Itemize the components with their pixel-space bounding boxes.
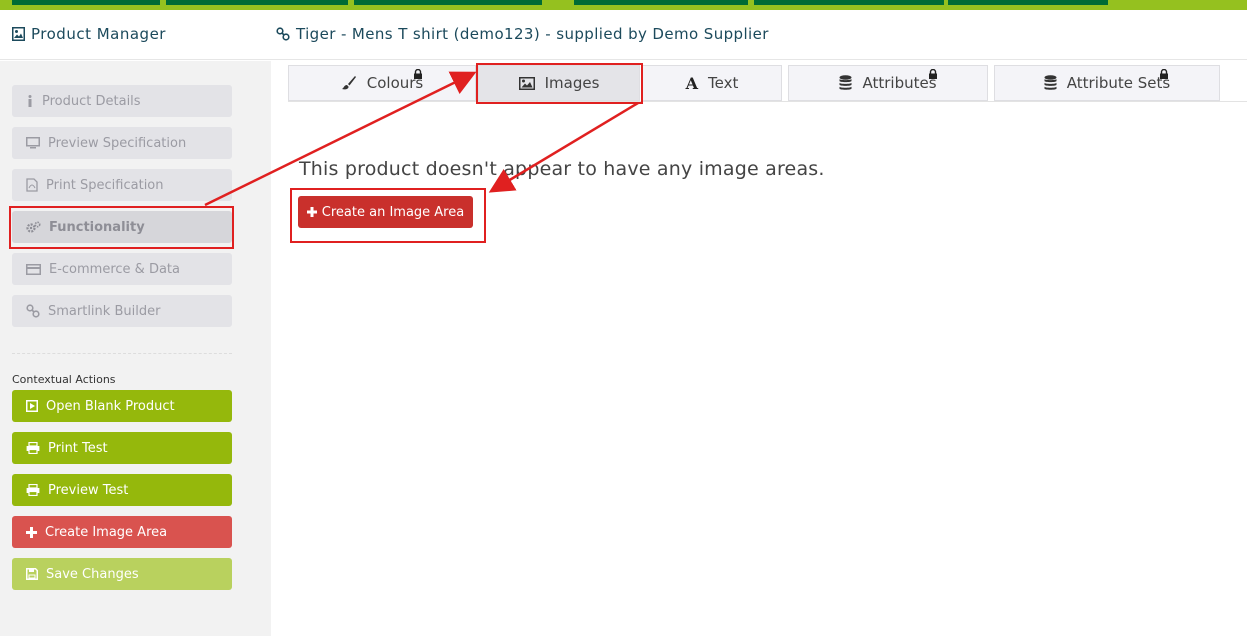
button-label: Print Test <box>48 440 108 456</box>
open-blank-product-button[interactable]: Open Blank Product <box>12 390 232 422</box>
sidebar-item-label: E-commerce & Data <box>49 261 180 277</box>
database-icon <box>839 75 852 91</box>
sidebar-item-label: Preview Specification <box>48 135 187 151</box>
sidebar-item-preview-specification[interactable]: Preview Specification <box>12 127 232 159</box>
sidebar-item-label: Functionality <box>49 219 145 235</box>
top-nav-segment[interactable] <box>12 0 160 5</box>
tab-label: Images <box>544 74 600 92</box>
play-square-icon <box>26 400 38 412</box>
print-test-button[interactable]: Print Test <box>12 432 232 464</box>
sidebar-item-label: Smartlink Builder <box>48 303 161 319</box>
top-nav-segment[interactable] <box>754 0 944 5</box>
tab-images[interactable]: Images <box>478 65 640 101</box>
image-icon <box>518 76 535 90</box>
empty-state-message: This product doesn't appear to have any … <box>299 158 825 180</box>
sidebar-item-functionality[interactable]: Functionality <box>12 211 232 243</box>
lock-icon <box>1159 69 1169 79</box>
top-nav-stripe <box>0 0 1247 10</box>
credit-card-icon <box>26 263 41 275</box>
top-nav-segment[interactable] <box>354 0 542 5</box>
top-nav-segment[interactable] <box>166 0 348 5</box>
button-label: Save Changes <box>46 566 139 582</box>
link-icon <box>26 304 40 318</box>
top-nav-segment[interactable] <box>948 0 1108 5</box>
printer-icon <box>26 484 40 496</box>
tab-attributes[interactable]: Attributes <box>788 65 988 101</box>
header-bar: Product Manager Tiger - Mens T shirt (de… <box>0 10 1247 60</box>
cogs-icon <box>26 220 41 234</box>
contextual-actions-label: Contextual Actions <box>12 373 116 386</box>
sidebar-item-label: Product Details <box>42 93 141 109</box>
button-label: Open Blank Product <box>46 398 175 414</box>
pdf-file-icon <box>26 178 38 192</box>
floppy-icon <box>26 568 38 580</box>
page-title: Tiger - Mens T shirt (demo123) - supplie… <box>276 25 769 43</box>
button-label: Preview Test <box>48 482 129 498</box>
save-changes-button[interactable]: Save Changes <box>12 558 232 590</box>
tabs-baseline <box>288 101 1247 102</box>
page-title-text: Tiger - Mens T shirt (demo123) - supplie… <box>296 25 769 43</box>
database-icon <box>1044 75 1057 91</box>
sidebar-divider <box>12 353 232 354</box>
button-label: Create an Image Area <box>321 204 465 220</box>
top-nav-segment[interactable] <box>574 0 748 5</box>
sidebar-item-smartlink-builder[interactable]: Smartlink Builder <box>12 295 232 327</box>
tab-colours[interactable]: Colours <box>288 65 476 101</box>
sidebar-item-label: Print Specification <box>46 177 164 193</box>
printer-icon <box>26 442 40 454</box>
tab-label: Attribute Sets <box>1066 74 1171 92</box>
tab-label: Attributes <box>862 74 937 92</box>
info-icon <box>26 95 34 107</box>
plus-icon <box>306 207 317 217</box>
plus-icon <box>26 526 37 538</box>
paintbrush-icon <box>341 75 357 91</box>
sidebar-item-product-details[interactable]: Product Details <box>12 85 232 117</box>
create-image-area-button[interactable]: Create an Image Area <box>298 196 473 228</box>
monitor-icon <box>26 137 40 149</box>
tab-attribute-sets[interactable]: Attribute Sets <box>994 65 1220 101</box>
app-title-text: Product Manager <box>31 25 166 43</box>
font-icon: A <box>685 73 699 93</box>
tab-text[interactable]: A Text <box>642 65 782 101</box>
create-image-area-sidebar-button[interactable]: Create Image Area <box>12 516 232 548</box>
sidebar: Product Details Preview Specification Pr… <box>0 61 271 636</box>
link-icon <box>276 27 290 41</box>
sidebar-item-ecommerce-data[interactable]: E-commerce & Data <box>12 253 232 285</box>
image-file-icon <box>12 27 25 41</box>
sidebar-item-print-specification[interactable]: Print Specification <box>12 169 232 201</box>
tab-label: Text <box>708 74 739 92</box>
lock-icon <box>928 69 938 79</box>
app-title: Product Manager <box>12 25 166 43</box>
lock-icon <box>413 69 423 79</box>
button-label: Create Image Area <box>45 524 168 540</box>
preview-test-button[interactable]: Preview Test <box>12 474 232 506</box>
